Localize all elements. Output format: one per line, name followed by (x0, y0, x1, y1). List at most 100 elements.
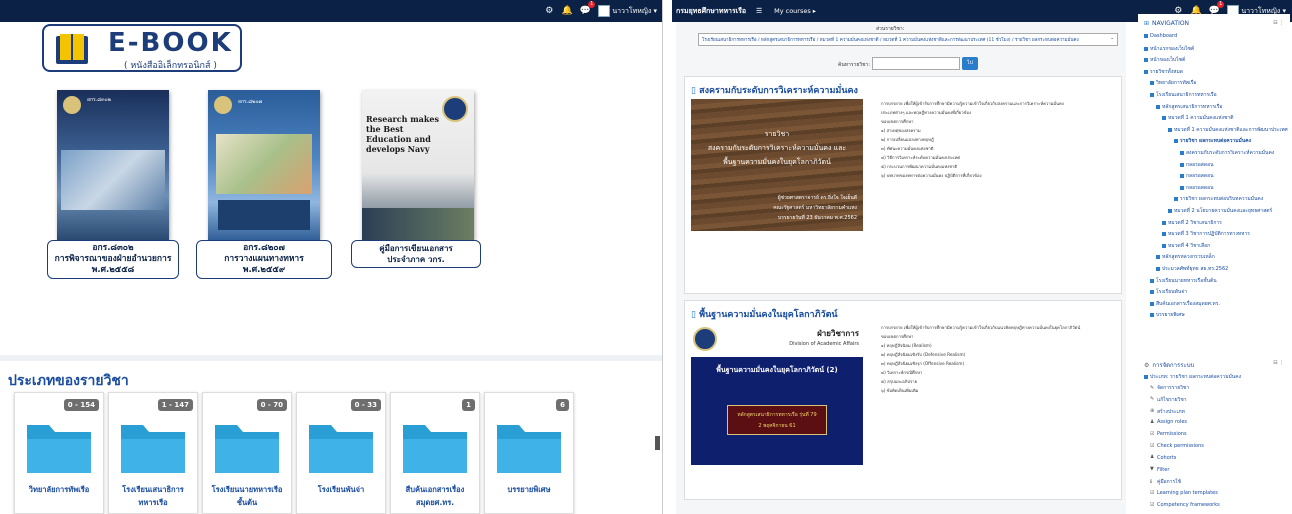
slide-line: รายวิชา (764, 130, 790, 138)
category-name-line: ทหารเรือ (138, 498, 168, 507)
course-search-input[interactable] (872, 57, 960, 70)
nav-item[interactable]: บรรยายพิเศษ (1150, 311, 1185, 319)
admin-item[interactable]: ℹ คู่มือการใช้ (1150, 478, 1181, 486)
description-line: ๔) วิธีการวิเคราะห์ระดับความมั่นคงประเทศ (881, 155, 960, 160)
nav-node-icon (1162, 116, 1166, 121)
nav-item-label: สงครามกับระดับการวิเคราะห์ความมั่นคง (1186, 150, 1275, 156)
block-controls-icon[interactable]: ⊟ ⋮ (1273, 20, 1284, 26)
nav-item[interactable]: หมวดที่ 3 วิชาการปฏิบัติการทางทหาร (1162, 230, 1250, 238)
lecture-title-slide[interactable]: รายวิชา สงครามกับระดับการวิเคราะห์ความมั… (691, 99, 863, 231)
admin-item-icon: ☑ (1150, 430, 1155, 437)
nav-item-label: หมวดที่ 1 ความมั่นคงแห่งชาติและการพัฒนาป… (1174, 126, 1288, 133)
nav-node-icon (1174, 139, 1178, 144)
admin-item[interactable]: ✎ จัดการรายวิชา (1150, 384, 1189, 392)
ebook-cover-3[interactable]: Research makes the Best Education and de… (362, 90, 474, 240)
admin-item[interactable]: ✎ แก้ไขรายวิชา (1150, 396, 1187, 404)
category-card[interactable]: 0 - 70 โรงเรียนนายทหารเรือ ชั้นต้น (202, 392, 292, 514)
admin-item[interactable]: ♟ Assign roles (1150, 419, 1187, 425)
gear-icon[interactable]: ⚙ (542, 4, 556, 18)
category-card[interactable]: 0 - 154 วิทยาลัยการทัพเรือ (14, 392, 104, 514)
nav-item-label: หมวดที่ 3 วิชาการปฏิบัติการทางทหาร (1168, 231, 1250, 238)
nav-item[interactable]: โรงเรียนเสนาธิการทหารเรือ (1150, 91, 1217, 99)
nav-item[interactable]: กลอรอสดอน (1180, 184, 1214, 192)
nav-node-icon (1162, 232, 1166, 237)
category-name-line: โรงเรียนนายทหารเรือ (211, 485, 283, 494)
admin-block-header: ⚙ การจัดการระบบ (1144, 360, 1194, 370)
admin-item[interactable]: ☑ Learning plan templates (1150, 490, 1218, 496)
logo-title: E-BOOK (108, 28, 233, 58)
slide-line: คณะรัฐศาสตร์ มหาวิทยาลัยรามคำแหง (773, 205, 857, 211)
nav-item[interactable]: หน้าของเว็บไซต์ (1144, 56, 1185, 64)
admin-item-icon: ⊕ (1150, 408, 1155, 415)
admin-item-label: Check permissions (1157, 443, 1204, 449)
nav-item[interactable]: หลักสูตรเสนาธิการทหารเรือ (1156, 103, 1222, 111)
bell-icon[interactable]: 🔔 (560, 4, 574, 18)
navigation-block-header: ⊞ NAVIGATION (1144, 20, 1189, 27)
nav-item[interactable]: รายวิชาทั้งหมด (1144, 68, 1183, 76)
nav-node-icon (1156, 255, 1160, 260)
nav-item[interactable]: หมวดที่ 2 นโยบายความมั่นคงและยุทธศาสตร์ (1168, 207, 1272, 215)
section-divider (0, 355, 662, 361)
cover-code: อกร.๘๓๐๒ (87, 97, 111, 103)
nav-item[interactable]: Dashboard (1144, 33, 1177, 39)
navy-emblem-icon (442, 96, 468, 122)
category-card[interactable]: 1 สืบค้นเอกสารเรื่อง สมุดยศ.ทร. (390, 392, 480, 514)
nav-item-label: หมวดที่ 2 วิชาเสนาธิการ (1168, 219, 1222, 226)
site-brand[interactable]: กรมยุทธศึกษาทหารเรือ (676, 6, 746, 17)
admin-item[interactable]: ⊕ สร้างประเภท (1150, 408, 1185, 416)
scrollbar[interactable] (655, 436, 660, 450)
nav-item[interactable]: สงครามกับระดับการวิเคราะห์ความมั่นคง (1180, 149, 1274, 157)
admin-item[interactable]: ☑ Permissions (1150, 431, 1187, 437)
nav-item[interactable]: รายวิชา ผลกระทบต่อความมั่นคง (1174, 137, 1251, 145)
nav-item[interactable]: กลอรอสดอน (1180, 161, 1214, 169)
ebook-caption-2[interactable]: อกร.๘๒๐๗ การวางแผนทางทหาร พ.ศ.๒๕๕๙ (196, 240, 332, 279)
lecture-title-slide[interactable]: ฝ่ายวิชาการ Division of Academic Affairs… (691, 323, 863, 465)
nav-item[interactable]: หมวดที่ 2 วิชาเสนาธิการ (1162, 219, 1222, 227)
section-title[interactable]: ▯ สงครามกับระดับการวิเคราะห์ความมั่นคง (691, 83, 858, 97)
nav-item[interactable]: หน้าแรกของเว็บไซต์ (1144, 45, 1194, 53)
category-card[interactable]: 6 บรรยายพิเศษ (484, 392, 574, 514)
admin-item[interactable]: ☑ Check permissions (1150, 443, 1204, 449)
caption-line: พ.ศ.๒๕๕๙ (242, 265, 286, 275)
course-section-select[interactable]: โรงเรียนเสนาธิการทหารเรือ / หลักสูตรเสนา… (698, 33, 1118, 46)
chevron-down-icon: ⌄ (1110, 36, 1114, 41)
nav-item[interactable]: วิทยาลัยการทัพเรือ (1150, 79, 1196, 87)
user-menu[interactable]: นาวาโทหญิง ▾ (598, 5, 657, 17)
nav-item[interactable]: กลอรอสดอน (1180, 172, 1214, 180)
nav-item[interactable]: รายวิชา ผลกระทบต่อบริบทความมั่นคง (1174, 195, 1263, 203)
ebook-cover-1[interactable]: อกร.๘๓๐๒ (57, 90, 169, 240)
nav-item[interactable]: หมวดที่ 4 วิชาเลือก (1162, 242, 1210, 250)
description-line: ขอบเขตการศึกษา (881, 119, 914, 124)
nav-node-icon (1156, 104, 1160, 109)
my-courses-menu[interactable]: My courses ▸ (774, 7, 816, 15)
admin-item[interactable]: ♟ Cohorts (1150, 455, 1176, 461)
description-line: ๔) วิเคราะห์กรณีศึกษา (881, 370, 923, 375)
nav-node-icon (1150, 301, 1154, 306)
description-line: ๕) สรุปและอภิปราย (881, 379, 918, 384)
section-title[interactable]: ▯ พื้นฐานความมั่นคงในยุคโลกาภิวัตน์ (691, 307, 838, 321)
category-card[interactable]: 0 - 33 โรงเรียนพันจ่า (296, 392, 386, 514)
block-controls-icon[interactable]: ⊟ ⋮ (1273, 360, 1284, 366)
description-line: ขอบเขตการศึกษา (881, 334, 914, 339)
right-sidebar: ⊞ NAVIGATION ⊟ ⋮ Dashboard หน้าแรกของเว็บไ… (1138, 14, 1290, 514)
search-go-button[interactable]: ไป (962, 57, 978, 70)
nav-item[interactable]: สืบค้นเอกสารเรื่องสมุดยศ.ทร. (1150, 300, 1220, 308)
nav-item[interactable]: หลักสูตรหลวงกรวบเหล็ก (1156, 253, 1215, 261)
search-label: ค้นหารายวิชา: (838, 62, 870, 68)
nav-item[interactable]: หมวดที่ 1 ความมั่นคงแห่งชาติและการพัฒนาป… (1168, 126, 1288, 134)
ebook-caption-3[interactable]: คู่มือการเขียนเอกสาร ประจำภาค วกร. (351, 240, 481, 268)
chat-icon[interactable]: 💬 1 (578, 1, 596, 18)
folder-icon (27, 425, 91, 473)
nav-item[interactable]: โรงเรียนนายทหารเรือชั้นต้น (1150, 277, 1217, 285)
ebook-logo: E-BOOK ( หนังสืออิเล็กทรอนิกส์ ) (42, 24, 242, 72)
ebook-caption-1[interactable]: อกร.๘๓๐๒ การพิจารณาของฝ่ายอำนวยการ พ.ศ.๒… (47, 240, 179, 279)
admin-course-node[interactable]: ประเภท: รายวิชา ผลกระทบต่อความมั่นคง (1144, 373, 1241, 381)
ebook-cover-2[interactable]: อกร.๘๒๐๗ (208, 90, 320, 240)
nav-item[interactable]: ประมวลศัพท์ยุทธ สธ.ทร.2562 (1156, 265, 1228, 273)
nav-item[interactable]: หมวดที่ 1 ความมั่นคงแห่งชาติ (1162, 114, 1233, 122)
admin-item[interactable]: ☑ Competency frameworks (1150, 502, 1220, 508)
category-card[interactable]: 1 - 147 โรงเรียนเสนาธิการ ทหารเรือ (108, 392, 198, 514)
nav-node-icon (1180, 174, 1184, 179)
nav-item[interactable]: โรงเรียนพันจ่า (1150, 288, 1187, 296)
admin-item[interactable]: ▼ Filter (1150, 467, 1169, 473)
